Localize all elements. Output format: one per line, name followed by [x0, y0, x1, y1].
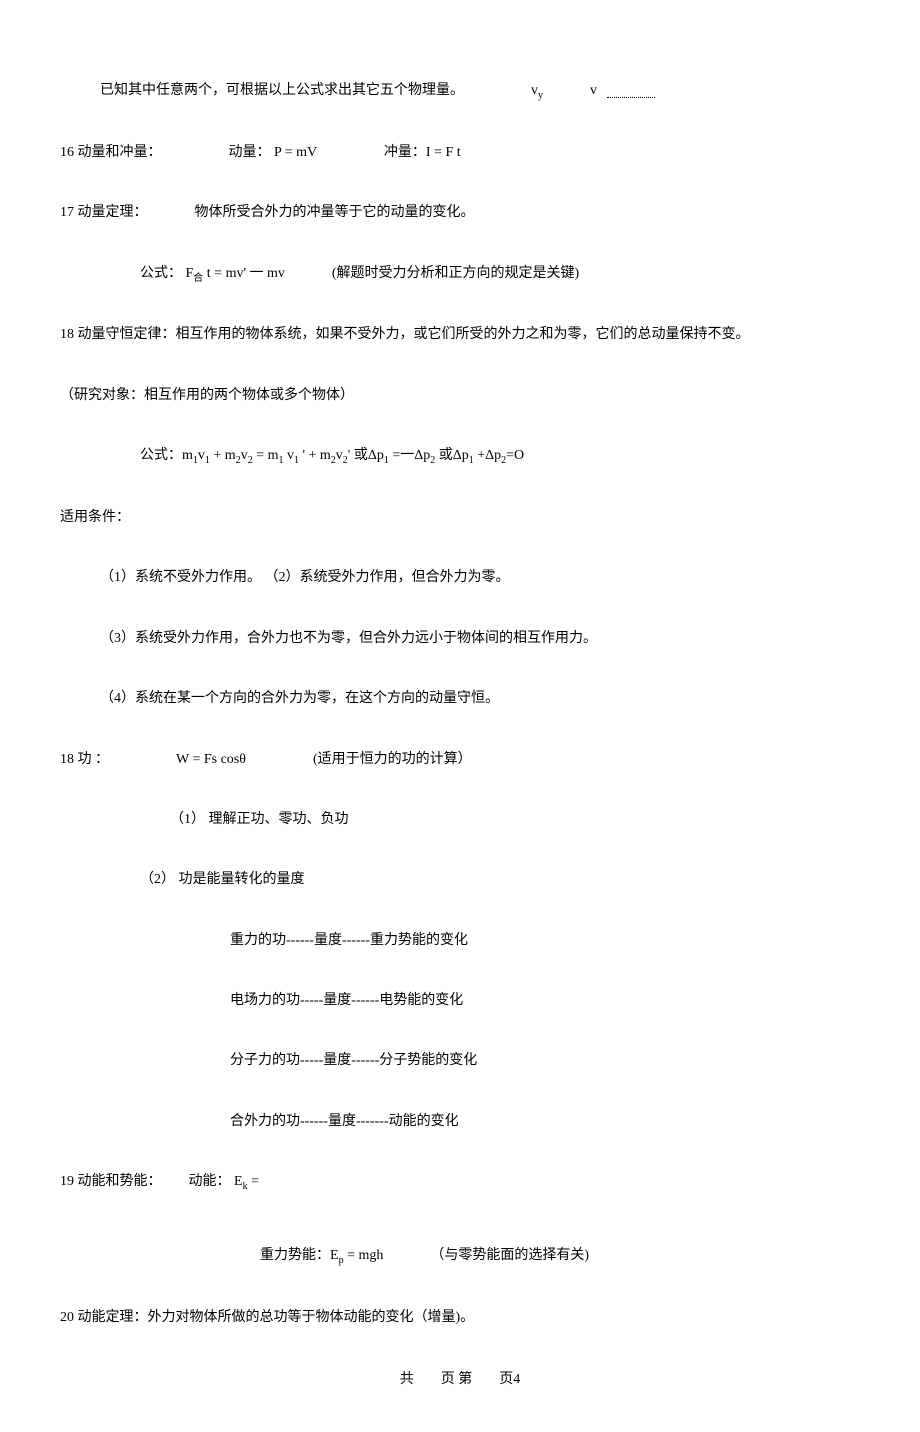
text: （研究对象：相互作用的两个物体或多个物体）: [60, 388, 354, 403]
formula-momentum-theorem: 公式： F合 t = mv' 一 mv (解题时受力分析和正方向的规定是关键): [60, 263, 860, 287]
note: (适用于恒力的功的计算）: [313, 752, 472, 767]
formula-impulse: 冲量：I = F t: [384, 145, 461, 160]
measure-net-force: 合外力的功------量度-------动能的变化: [60, 1111, 860, 1133]
text: 分子力的功-----量度------分子势能的变化: [230, 1053, 477, 1068]
condition-4: （4）系统在某一个方向的合外力为零，在这个方向的动量守恒。: [60, 688, 860, 710]
measure-gravity: 重力的功------量度------重力势能的变化: [60, 930, 860, 952]
measure-molecular: 分子力的功-----量度------分子势能的变化: [60, 1050, 860, 1072]
symbol-v: v: [590, 83, 597, 98]
text: （2） 功是能量转化的量度: [140, 872, 305, 887]
text: 适用条件：: [60, 510, 130, 525]
text: 18 动量守恒定律：相互作用的物体系统，如果不受外力，或它们所受的外力之和为零，…: [60, 327, 750, 342]
formula-conservation: 公式：m1v1 + m2v2 = m1 v1 ' + m2v2' 或Δp1 =一…: [60, 445, 860, 469]
page-footer: 共 页 第 页4: [60, 1369, 860, 1391]
label: 19 动能和势能：: [60, 1174, 162, 1189]
paragraph-known-quantities: 已知其中任意两个，可根据以上公式求出其它五个物理量。 vy v: [60, 80, 860, 104]
text: （4）系统在某一个方向的合外力为零，在这个方向的动量守恒。: [100, 691, 499, 706]
symbol-vy: vy: [531, 80, 543, 104]
text: 已知其中任意两个，可根据以上公式求出其它五个物理量。: [100, 83, 464, 98]
conditions-header: 适用条件：: [60, 507, 860, 529]
section-17-momentum-theorem: 17 动量定理： 物体所受合外力的冲量等于它的动量的变化。: [60, 202, 860, 224]
section-19-energy: 19 动能和势能： 动能： Ek =: [60, 1171, 860, 1195]
text: （1） 理解正功、零功、负功: [170, 812, 349, 827]
label: 17 动量定理：: [60, 205, 148, 220]
section-20-kinetic-theorem: 20 动能定理：外力对物体所做的总功等于物体动能的变化（增量)。: [60, 1307, 860, 1329]
formula-kinetic: 动能： Ek =: [189, 1174, 259, 1189]
note: (解题时受力分析和正方向的规定是关键): [332, 266, 579, 281]
underline-decoration: [607, 97, 655, 98]
condition-1-2: （1）系统不受外力作用。 （2）系统受外力作用，但合外力为零。: [60, 567, 860, 589]
note: （与零势能面的选择有关): [430, 1248, 589, 1263]
text: 电场力的功-----量度------电势能的变化: [230, 993, 463, 1008]
work-note-2: （2） 功是能量转化的量度: [60, 869, 860, 891]
formula-work: W = Fs cosθ: [176, 752, 246, 767]
research-object-note: （研究对象：相互作用的两个物体或多个物体）: [60, 385, 860, 407]
text: 物体所受合外力的冲量等于它的动量的变化。: [195, 205, 475, 220]
text: （3）系统受外力作用，合外力也不为零，但合外力远小于物体间的相互作用力。: [100, 631, 597, 646]
label: 18 功 ：: [60, 752, 109, 767]
section-18-conservation: 18 动量守恒定律：相互作用的物体系统，如果不受外力，或它们所受的外力之和为零，…: [60, 324, 860, 346]
text: （1）系统不受外力作用。 （2）系统受外力作用，但合外力为零。: [100, 570, 510, 585]
text: 20 动能定理：外力对物体所做的总功等于物体动能的变化（增量)。: [60, 1310, 474, 1325]
section-18-work: 18 功 ： W = Fs cosθ (适用于恒力的功的计算）: [60, 749, 860, 771]
label: 16 动量和冲量：: [60, 145, 162, 160]
formula-momentum: 动量： P = mV: [229, 145, 317, 160]
work-note-1: （1） 理解正功、零功、负功: [60, 809, 860, 831]
measure-electric: 电场力的功-----量度------电势能的变化: [60, 990, 860, 1012]
condition-3: （3）系统受外力作用，合外力也不为零，但合外力远小于物体间的相互作用力。: [60, 628, 860, 650]
text: 合外力的功------量度-------动能的变化: [230, 1114, 459, 1129]
section-16-momentum-impulse: 16 动量和冲量： 动量： P = mV 冲量：I = F t: [60, 142, 860, 164]
formula-potential: 重力势能：Ep = mgh （与零势能面的选择有关): [60, 1245, 860, 1269]
text: 重力的功------量度------重力势能的变化: [230, 933, 468, 948]
